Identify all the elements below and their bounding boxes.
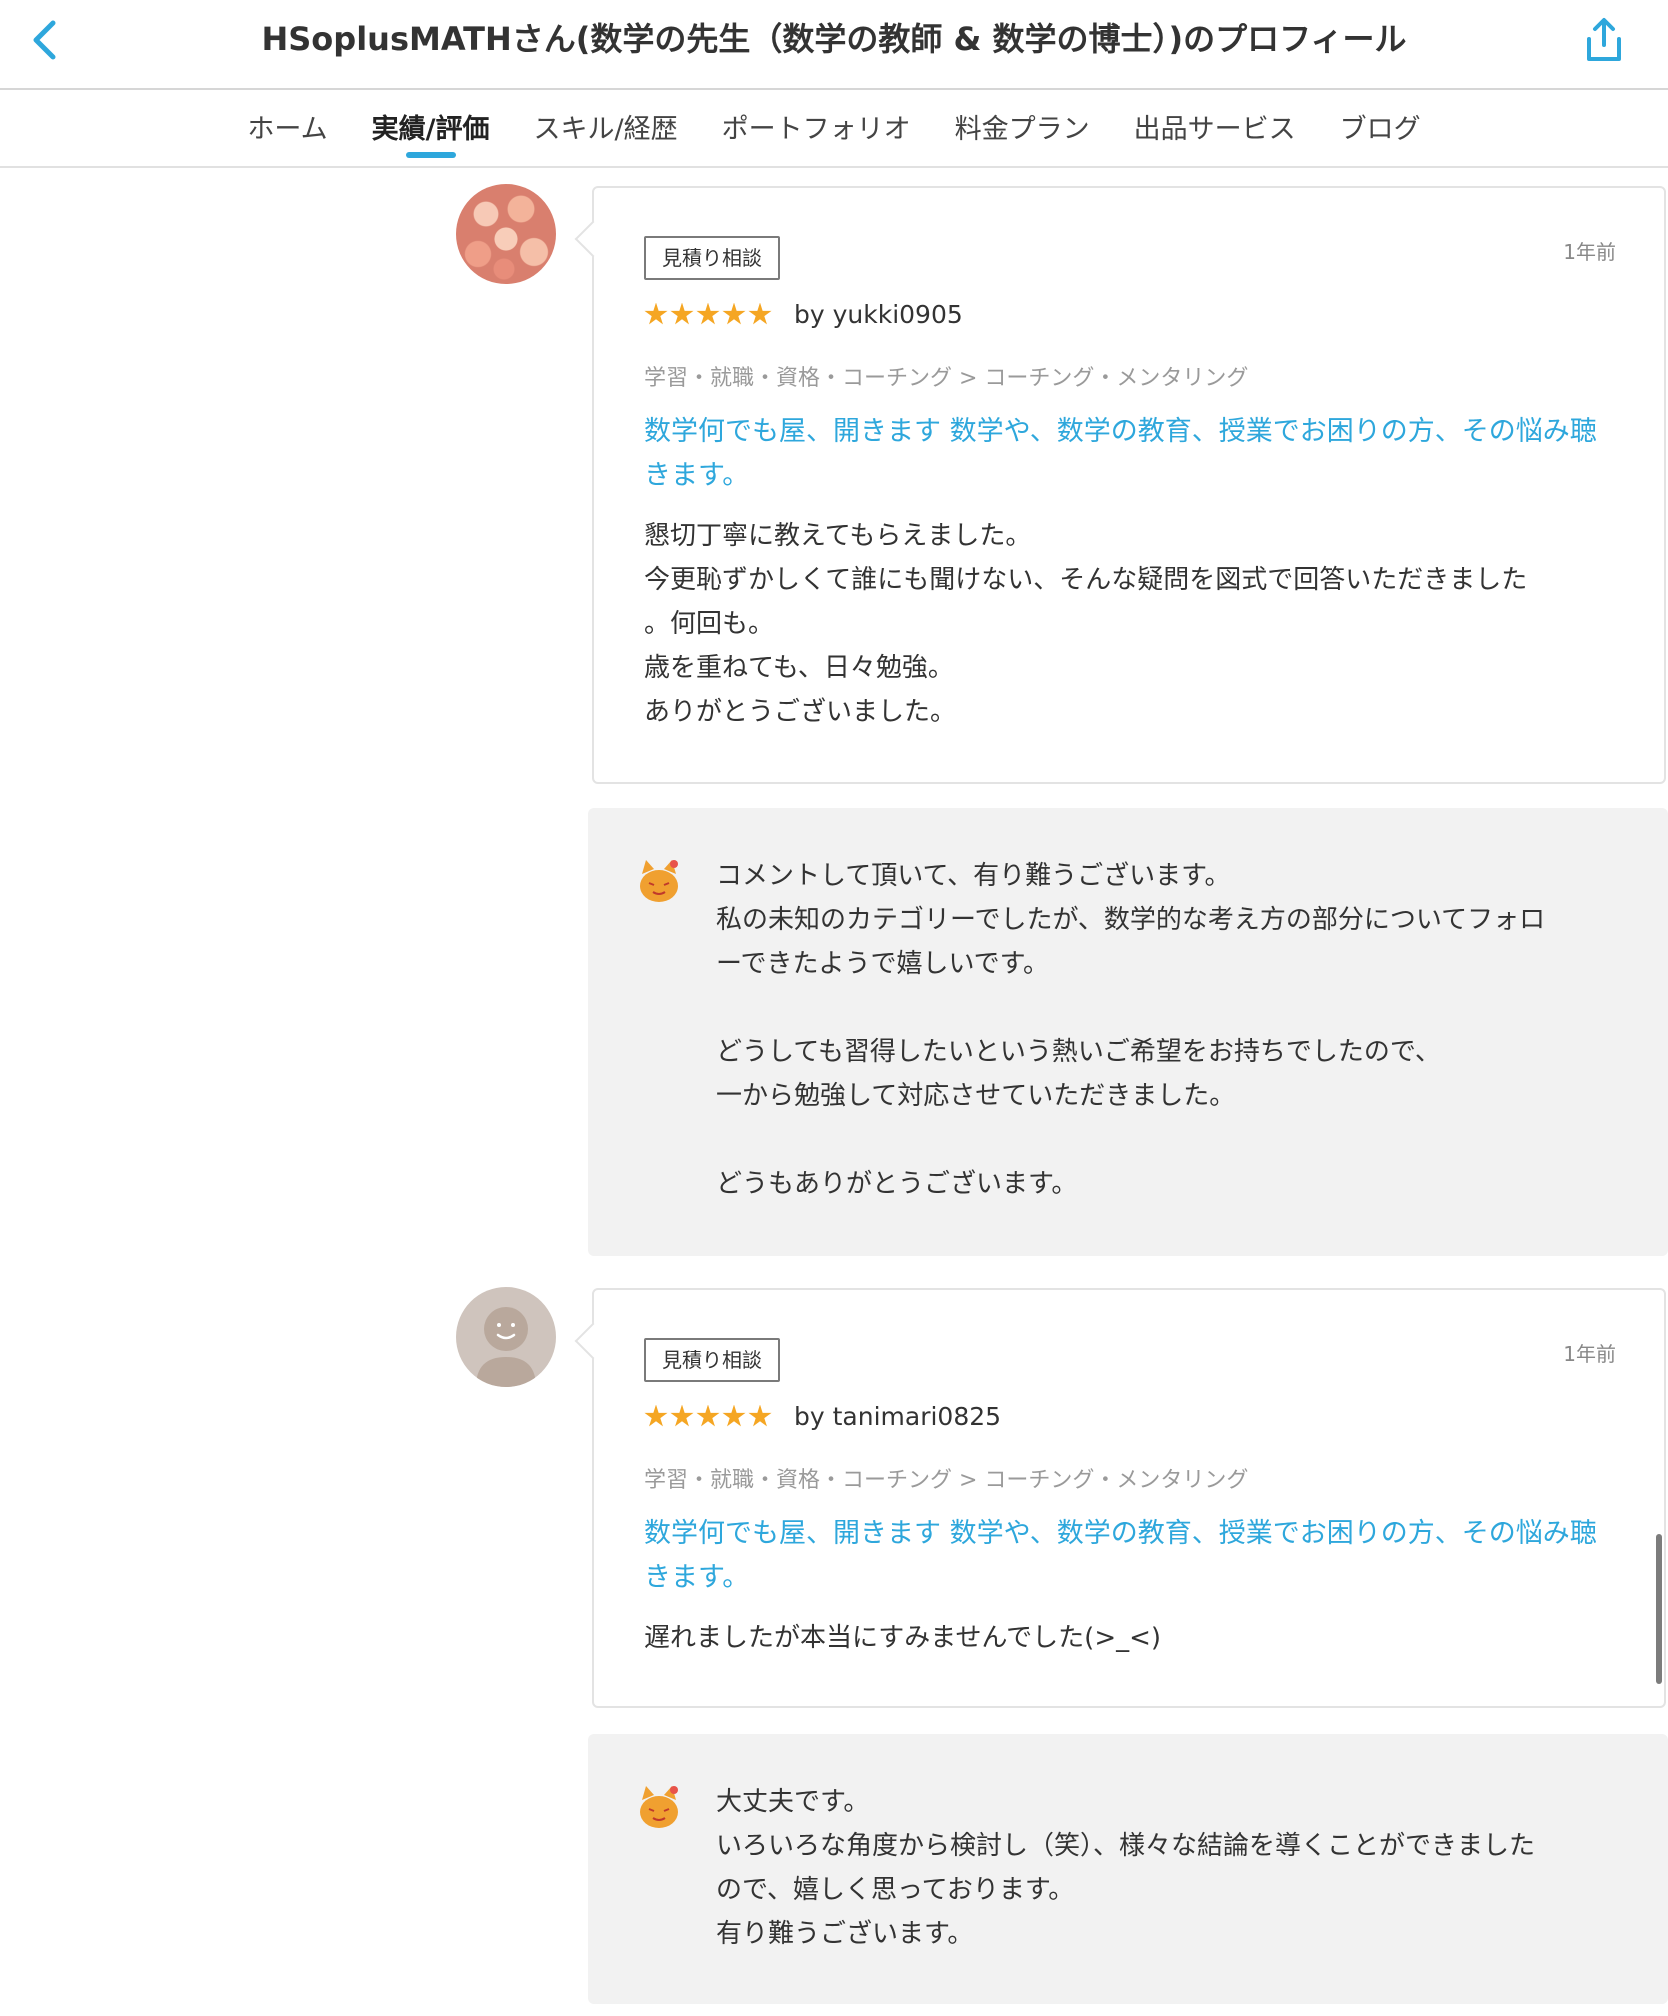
- review-category: 学習・就職・資格・コーチング > コーチング・メンタリング: [644, 366, 1249, 391]
- review-card: 見積り相談 1年前 by yukki0905 学習・就職・資格・コーチング > …: [592, 186, 1666, 784]
- seller-cat-icon: [640, 1786, 678, 1828]
- profile-tabbar: ホーム 実績/評価 スキル/経歴 ポートフォリオ 料金プラン 出品サービス ブロ…: [0, 90, 1668, 168]
- review-timestamp: 1年前: [1563, 240, 1616, 264]
- rating-row: by yukki0905: [644, 300, 963, 329]
- service-link[interactable]: 数学何でも屋、開きます 数学や、数学の教育、授業でお困りの方、その悩み聴きます。: [644, 410, 1620, 498]
- review-card: 見積り相談 1年前 by tanimari0825 学習・就職・資格・コーチング…: [592, 1288, 1666, 1708]
- tab-portfolio[interactable]: ポートフォリオ: [720, 90, 913, 166]
- star-icon: [670, 1404, 694, 1427]
- star-icon: [644, 302, 668, 325]
- page-title: HSoplusMATHさん(数学の先生（数学の教師 & 数学の博士）)のプロフィ…: [261, 20, 1407, 58]
- rating-row: by tanimari0825: [644, 1402, 1001, 1431]
- tab-skills-career[interactable]: スキル/経歴: [531, 90, 679, 166]
- chevron-left-icon: [33, 20, 56, 60]
- active-tab-indicator: [405, 152, 456, 158]
- tab-services[interactable]: 出品サービス: [1132, 90, 1298, 166]
- tab-label: スキル/経歴: [533, 114, 678, 145]
- reviewer-avatar-default[interactable]: [456, 1287, 556, 1387]
- reply-text: コメントして頂いて、有り難うございます。 私の未知のカテゴリーでしたが、数学的な…: [716, 861, 1546, 1199]
- star-icon: [696, 302, 720, 325]
- default-user-icon: [476, 1307, 536, 1387]
- tab-label: 実績/評価: [371, 114, 490, 145]
- star-icon: [748, 302, 772, 325]
- seller-reply: コメントして頂いて、有り難うございます。 私の未知のカテゴリーでしたが、数学的な…: [588, 808, 1668, 1256]
- star-icon: [722, 1404, 746, 1427]
- review-timestamp: 1年前: [1563, 1342, 1616, 1366]
- seller-cat-icon: [640, 860, 678, 902]
- app-header: HSoplusMATHさん(数学の先生（数学の教師 & 数学の博士）)のプロフィ…: [0, 0, 1668, 90]
- reviewer-avatar[interactable]: [456, 184, 556, 284]
- star-icon: [670, 302, 694, 325]
- tab-home[interactable]: ホーム: [245, 90, 329, 166]
- star-icon: [722, 302, 746, 325]
- star-rating: [644, 302, 772, 327]
- back-button[interactable]: [16, 12, 72, 68]
- star-icon: [748, 1404, 772, 1427]
- review-text: 懇切丁寧に教えてもらえました。 今更恥ずかしくて誰にも聞けない、そんな疑問を図式…: [644, 521, 1528, 727]
- tab-label: ポートフォリオ: [721, 114, 911, 145]
- tab-results-reviews[interactable]: 実績/評価: [370, 90, 492, 166]
- service-link[interactable]: 数学何でも屋、開きます 数学や、数学の教育、授業でお困りの方、その悩み聴きます。: [644, 1512, 1620, 1600]
- tab-label: 料金プラン: [954, 114, 1090, 145]
- reviewer-name[interactable]: by tanimari0825: [794, 1402, 1001, 1431]
- tab-blog[interactable]: ブログ: [1338, 90, 1423, 166]
- share-icon: [1587, 18, 1621, 61]
- star-icon: [696, 1404, 720, 1427]
- scrollbar[interactable]: [1656, 1534, 1662, 1684]
- review-type-badge: 見積り相談: [644, 236, 780, 280]
- tab-label: 出品サービス: [1133, 114, 1296, 145]
- reviewer-name[interactable]: by yukki0905: [794, 300, 963, 329]
- review-category: 学習・就職・資格・コーチング > コーチング・メンタリング: [644, 1468, 1249, 1493]
- review-type-badge: 見積り相談: [644, 1338, 780, 1382]
- tab-pricing[interactable]: 料金プラン: [953, 90, 1092, 166]
- tab-label: ブログ: [1339, 114, 1421, 145]
- star-icon: [644, 1404, 668, 1427]
- seller-reply: 大丈夫です。 いろいろな角度から検討し（笑）、様々な結論を導くことができました …: [588, 1734, 1668, 2004]
- review-text: 遅れましたが本当にすみませんでした(>_<): [644, 1623, 1162, 1653]
- reply-text: 大丈夫です。 いろいろな角度から検討し（笑）、様々な結論を導くことができました …: [716, 1787, 1536, 1949]
- tab-label: ホーム: [247, 114, 328, 145]
- star-rating: [644, 1404, 772, 1429]
- share-button[interactable]: [1576, 12, 1632, 68]
